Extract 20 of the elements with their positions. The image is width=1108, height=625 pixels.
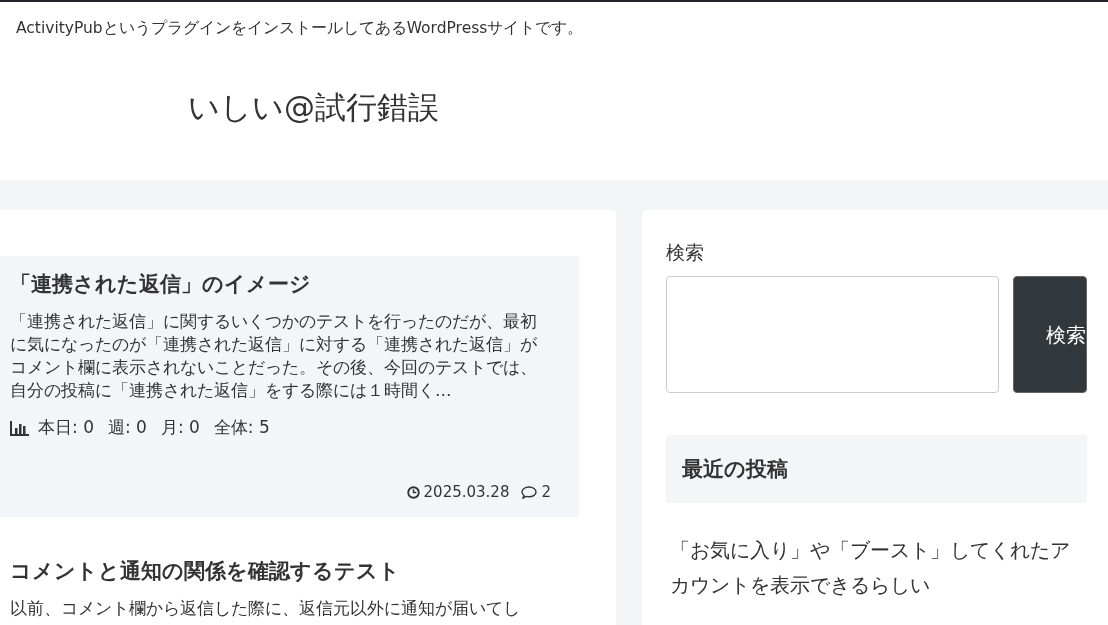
site-title[interactable]: いしい@試行錯誤 [0, 39, 1108, 129]
search-button[interactable]: 検索 [1013, 276, 1087, 393]
clock-icon [406, 485, 420, 499]
post-excerpt: 以前、コメント欄から返信した際に、返信元以外に通知が届いてし [10, 598, 521, 621]
post-date: 2025.03.28 [423, 483, 510, 502]
bar-chart-icon [10, 419, 30, 436]
post-title[interactable]: 「連携された返信」のイメージ [10, 270, 551, 298]
search-field[interactable] [666, 276, 999, 393]
comment-count[interactable]: 2 [541, 483, 551, 502]
post-excerpt: 「連携された返信」に関するいくつかのテストを行ったのだが、最初に気になったのが「連携された返信」に対する「連携された返信」がコメント欄に表示されないことだった。その後、今回のテストでは、自分の投稿に「連携された返信」をする際には１時間く… [10, 311, 538, 403]
view-count: 週: 0 [107, 416, 147, 440]
search-label: 検索 [666, 240, 705, 265]
recent-posts-heading: 最近の投稿 [666, 435, 1087, 503]
post-title[interactable]: コメントと通知の関係を確認するテスト [10, 557, 571, 586]
site-description: ActivityPubというプラグインをインストールしてあるWordPressサイトです。 [15, 18, 585, 39]
view-count: 本日: 0 [38, 416, 94, 440]
view-count: 月: 0 [160, 416, 200, 440]
view-count: 全体: 5 [213, 416, 270, 440]
comment-icon [521, 485, 538, 499]
recent-post-link[interactable]: 「お気に入り」や「ブースト」してくれたアカウントを表示できるらしい [666, 533, 1087, 603]
